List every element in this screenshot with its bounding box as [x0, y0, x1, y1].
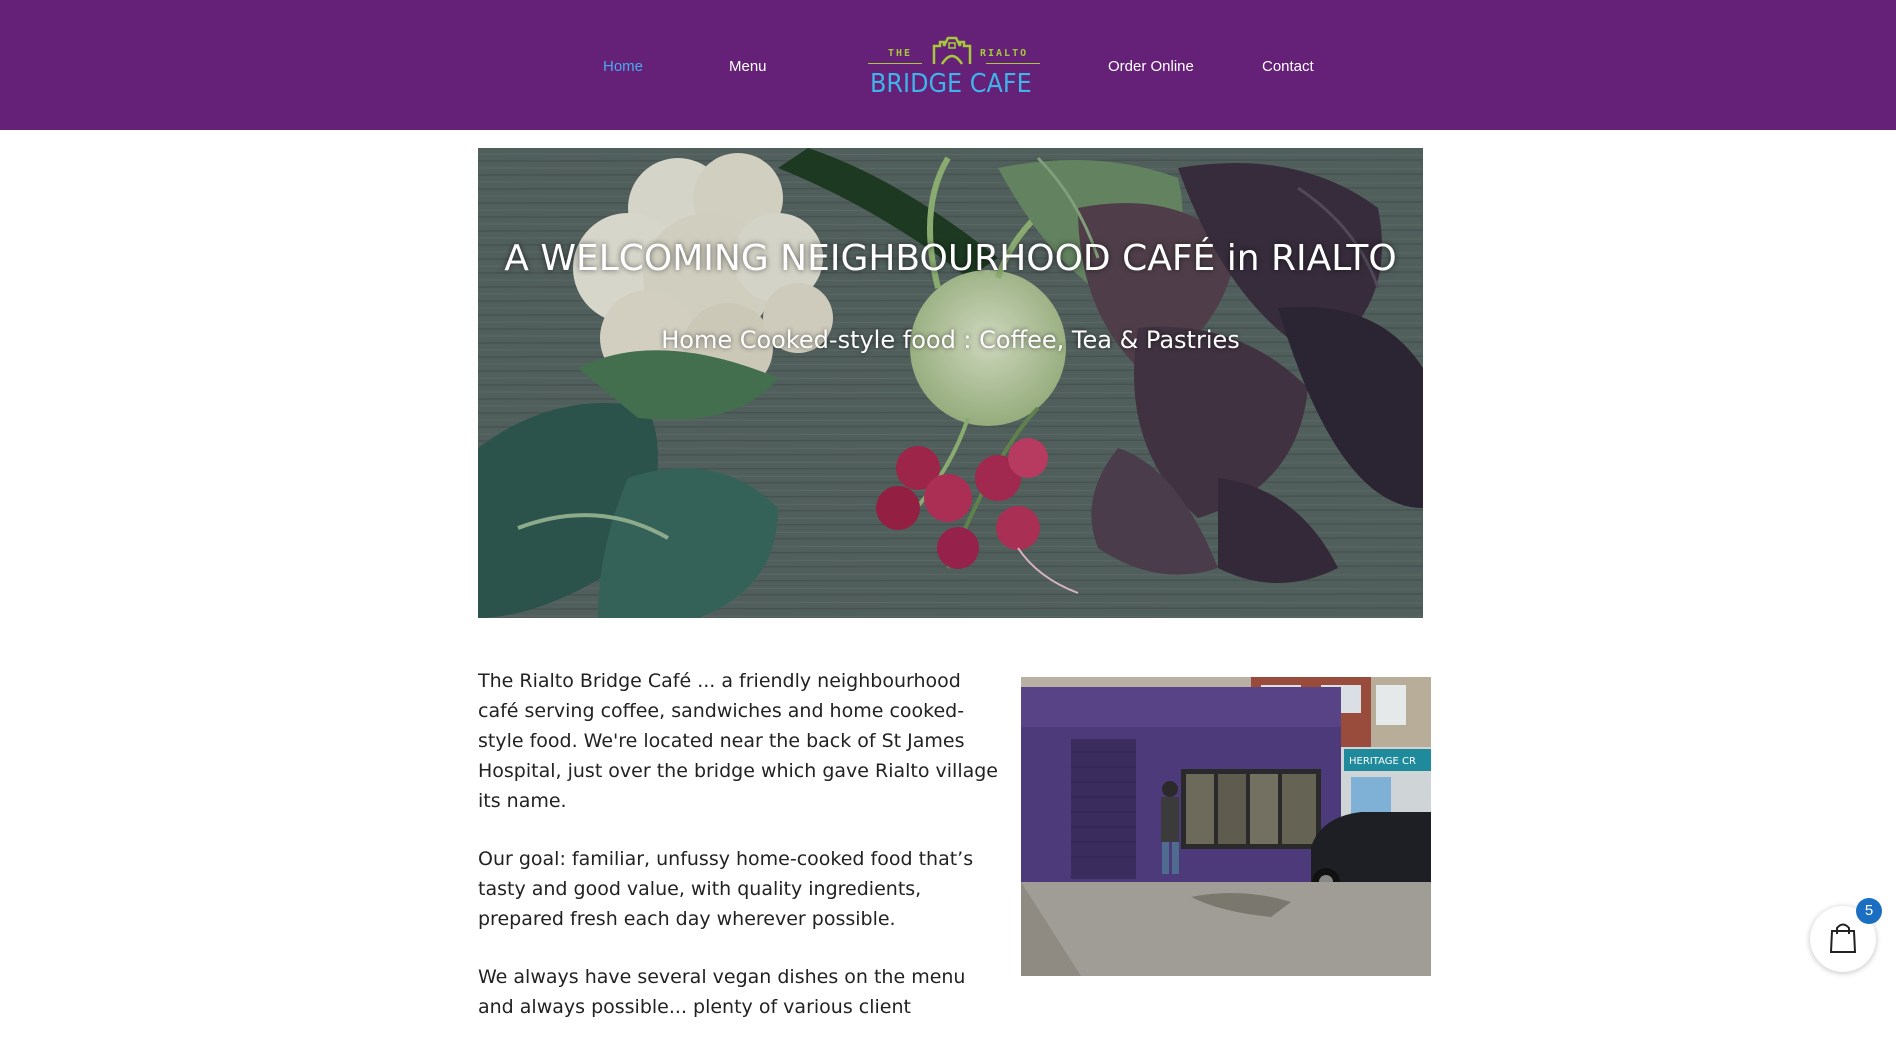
- cafe-storefront-photo: HERITAGE CR: [1021, 677, 1431, 976]
- nav-home-link[interactable]: Home: [603, 58, 643, 75]
- storefront-image: HERITAGE CR: [1021, 677, 1431, 976]
- hero-vegetables-image: [478, 148, 1423, 618]
- cart-count-badge: 5: [1856, 898, 1882, 924]
- nav-menu-link[interactable]: Menu: [729, 58, 767, 75]
- bridge-cafe-logo[interactable]: THE RIALTO BRIDGE CAFE: [868, 34, 1040, 99]
- intro-paragraph-2: Our goal: familiar, unfussy home-cooked …: [478, 848, 974, 930]
- hero-subtitle: Home Cooked-style food : Coffee, Tea & P…: [661, 326, 1240, 354]
- intro-paragraph-1: The Rialto Bridge Café ... a friendly ne…: [478, 670, 998, 812]
- hero-title: A WELCOMING NEIGHBOURHOOD CAFÉ in RIALTO: [504, 238, 1397, 279]
- intro-paragraph-3: We always have several vegan dishes on t…: [478, 966, 966, 1018]
- logo-the-text: THE: [888, 48, 913, 59]
- logo-line-right: [986, 63, 1040, 64]
- logo-rialto-text: RIALTO: [980, 48, 1029, 59]
- hero-banner: A WELCOMING NEIGHBOURHOOD CAFÉ in RIALTO…: [478, 148, 1423, 618]
- shopping-cart-button[interactable]: 5: [1810, 898, 1882, 972]
- logo-name-text: BRIDGE CAFE: [870, 69, 1032, 99]
- bridge-icon: [932, 36, 972, 65]
- nav-contact-link[interactable]: Contact: [1262, 58, 1314, 75]
- shopping-bag-icon: [1829, 923, 1857, 953]
- intro-text: The Rialto Bridge Café ... a friendly ne…: [478, 666, 998, 1050]
- site-header: Home Menu THE RIALTO BRIDGE CAFE Order O…: [0, 0, 1896, 130]
- heritage-sign-text: HERITAGE CR: [1349, 756, 1416, 767]
- logo-line-left: [868, 63, 922, 64]
- nav-order-online-link[interactable]: Order Online: [1108, 58, 1194, 75]
